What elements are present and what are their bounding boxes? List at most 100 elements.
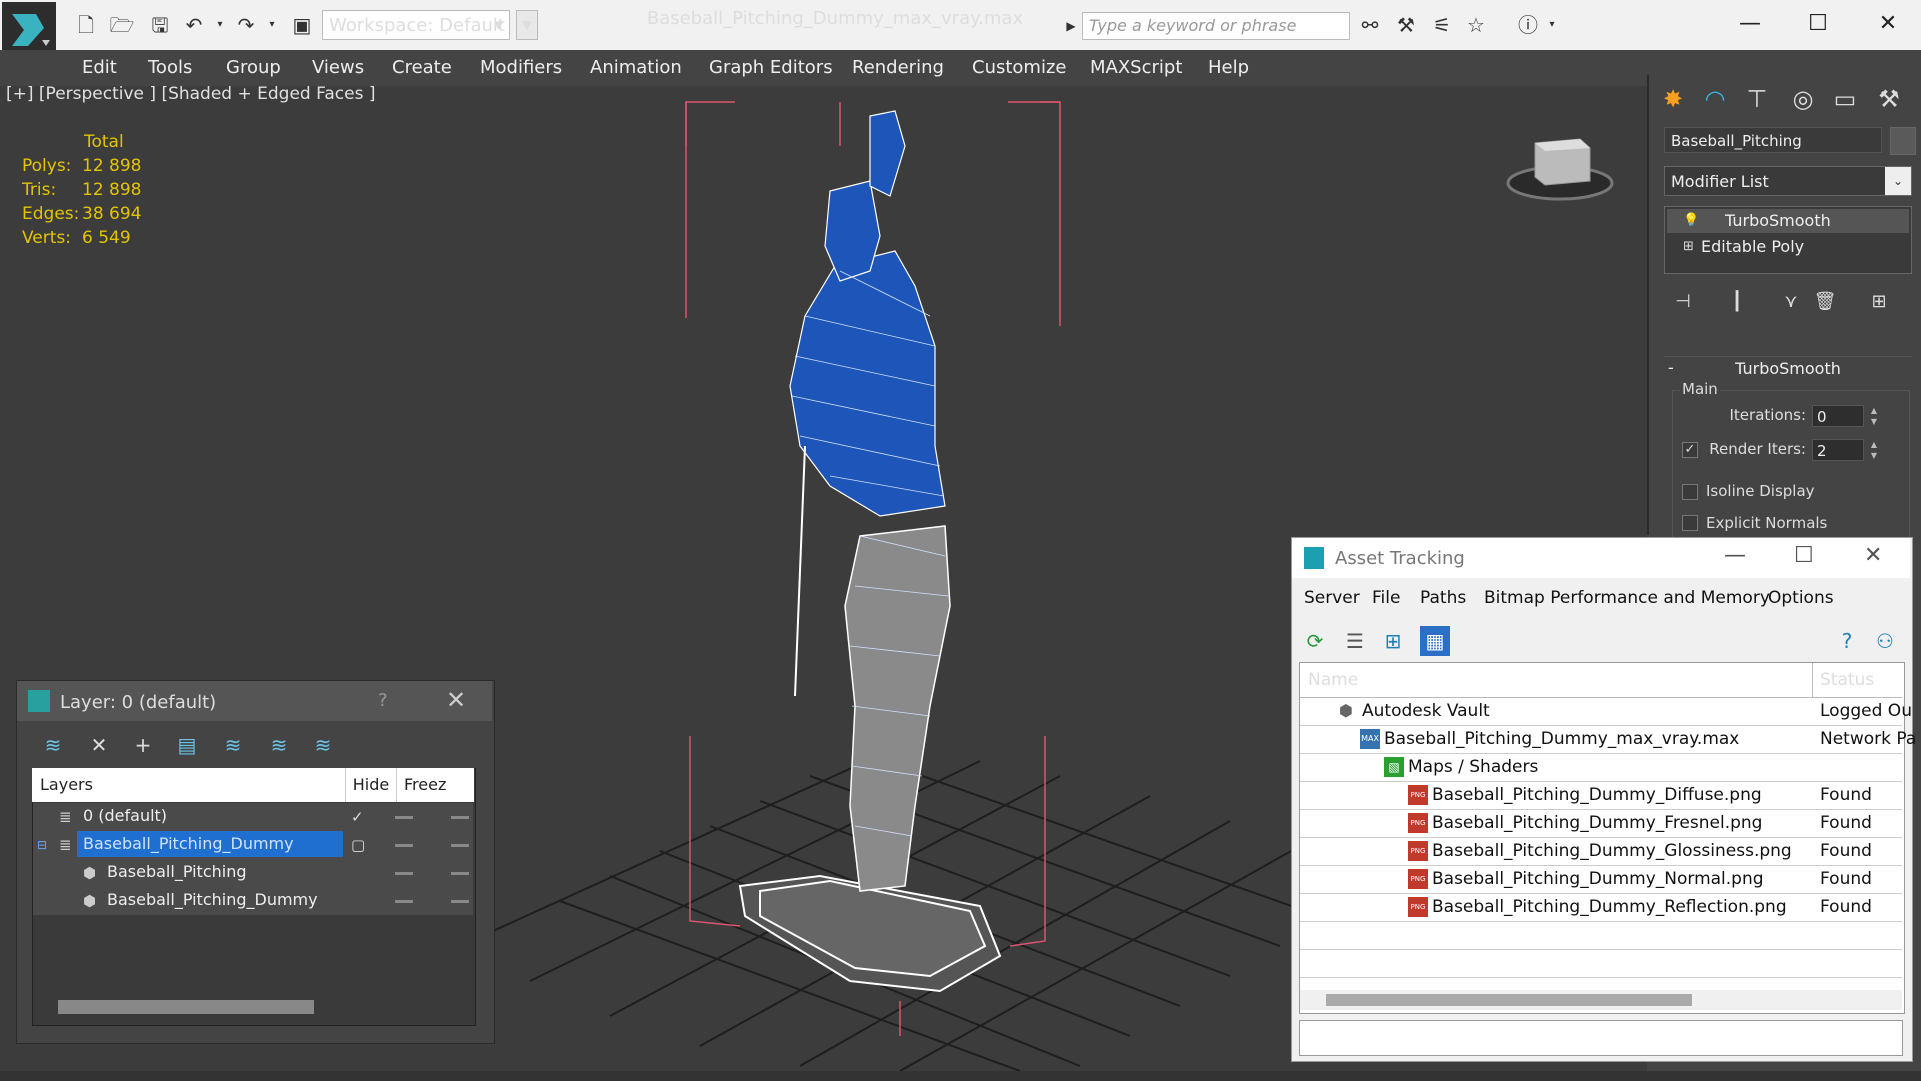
- asset-menu-paths[interactable]: Paths: [1420, 580, 1466, 616]
- redo-dropdown-icon[interactable]: ▾: [258, 11, 286, 39]
- refresh-icon[interactable]: ⟳: [1300, 626, 1330, 656]
- freeze-toggle[interactable]: [451, 900, 469, 903]
- show-end-result-icon[interactable]: ┃: [1722, 288, 1752, 316]
- new-file-icon[interactable]: 🗋: [72, 11, 100, 39]
- object-color-swatch[interactable]: [1890, 127, 1916, 155]
- asset-row-maps-shaders[interactable]: ▧ Maps / Shaders: [1300, 753, 1902, 782]
- workspace-dropdown[interactable]: Workspace: Default ▼: [322, 10, 510, 40]
- modify-tab-icon[interactable]: ◠: [1698, 82, 1732, 116]
- menu-views[interactable]: Views: [312, 50, 364, 86]
- layer-row-baseball-pitching-dummy[interactable]: ⊟ ≣ Baseball_Pitching_Dummy ▢: [33, 831, 473, 859]
- undo-icon[interactable]: ↶: [180, 11, 208, 39]
- binoculars-icon[interactable]: ⚯: [1356, 11, 1384, 39]
- column-name[interactable]: Name: [1308, 663, 1358, 697]
- expand-plus-icon[interactable]: ⊞: [1683, 235, 1697, 259]
- configure-sets-icon[interactable]: ⊞: [1864, 288, 1894, 316]
- motion-tab-icon[interactable]: ◎: [1786, 82, 1820, 116]
- current-layer-check-icon[interactable]: ✓: [351, 803, 364, 831]
- collapse-minus-icon[interactable]: ⊟: [37, 831, 47, 859]
- modifier-list-dropdown[interactable]: Modifier List ⌄: [1664, 166, 1912, 196]
- column-layers[interactable]: Layers: [32, 768, 346, 802]
- freeze-toggle[interactable]: [451, 844, 469, 847]
- workspace-menu-button[interactable]: ▼: [516, 10, 538, 40]
- asset-row-max-file[interactable]: MAX Baseball_Pitching_Dummy_max_vray.max…: [1300, 725, 1916, 754]
- render-iters-spinner[interactable]: 2: [1812, 439, 1864, 461]
- horizontal-scrollbar[interactable]: [58, 1000, 314, 1014]
- column-divider[interactable]: [1812, 663, 1813, 697]
- highlight-layer-icon[interactable]: ≋: [216, 730, 250, 760]
- freeze-toggle[interactable]: [451, 816, 469, 819]
- close-icon[interactable]: ✕: [1858, 6, 1918, 42]
- menu-customize[interactable]: Customize: [972, 50, 1066, 86]
- display-tab-icon[interactable]: ▭: [1828, 82, 1862, 116]
- layer-row-object[interactable]: ⬢ Baseball_Pitching_Dummy: [33, 887, 473, 915]
- hierarchy-tab-icon[interactable]: ⊤: [1740, 82, 1774, 116]
- asset-row-png[interactable]: PNG Baseball_Pitching_Dummy_Diffuse.png …: [1300, 781, 1902, 810]
- stack-item-turbosmooth[interactable]: 💡 TurboSmooth: [1667, 209, 1909, 233]
- hide-toggle[interactable]: [395, 872, 413, 875]
- set-current-layer-icon[interactable]: ▢: [351, 831, 365, 859]
- asset-menu-server[interactable]: Server: [1304, 580, 1360, 616]
- tree-view-icon[interactable]: ⊞: [1378, 626, 1408, 656]
- create-tab-icon[interactable]: ✸: [1656, 82, 1690, 116]
- layer-row-object[interactable]: ⬢ Baseball_Pitching: [33, 859, 473, 887]
- asset-row-png[interactable]: PNG Baseball_Pitching_Dummy_Normal.png F…: [1300, 865, 1902, 894]
- tools-icon[interactable]: ⚒: [1392, 11, 1420, 39]
- freeze-toggle[interactable]: [451, 872, 469, 875]
- login-help-icon[interactable]: ⚇: [1870, 626, 1900, 656]
- hide-layers-icon[interactable]: ≋: [262, 730, 296, 760]
- make-unique-icon[interactable]: ⋎: [1776, 288, 1806, 316]
- collapse-minus-icon[interactable]: -: [1668, 356, 1674, 380]
- asset-row-png[interactable]: PNG Baseball_Pitching_Dummy_Fresnel.png …: [1300, 809, 1902, 838]
- minimize-icon[interactable]: —: [1724, 543, 1746, 568]
- asset-row-png[interactable]: PNG Baseball_Pitching_Dummy_Glossiness.p…: [1300, 837, 1902, 866]
- menu-rendering[interactable]: Rendering: [852, 50, 944, 86]
- spinner-arrows-icon[interactable]: ▲ ▼: [1868, 439, 1880, 461]
- communication-icon[interactable]: ⚟: [1428, 11, 1456, 39]
- search-expand-icon[interactable]: ▶: [1062, 12, 1080, 40]
- pin-stack-icon[interactable]: ⊣: [1668, 288, 1698, 316]
- freeze-layers-icon[interactable]: ≋: [306, 730, 340, 760]
- help-icon[interactable]: ?: [378, 690, 388, 711]
- close-icon[interactable]: ✕: [446, 686, 466, 714]
- menu-create[interactable]: Create: [392, 50, 452, 86]
- explicit-normals-checkbox[interactable]: [1682, 515, 1698, 531]
- isoline-display-checkbox[interactable]: [1682, 484, 1698, 500]
- menu-graph-editors[interactable]: Graph Editors: [709, 50, 833, 86]
- iterations-spinner[interactable]: 0: [1812, 405, 1864, 427]
- viewcube[interactable]: [1505, 133, 1615, 203]
- add-to-layer-icon[interactable]: +: [126, 730, 160, 760]
- utilities-tab-icon[interactable]: ⚒: [1872, 82, 1906, 116]
- list-view-icon[interactable]: ☰: [1340, 626, 1370, 656]
- close-icon[interactable]: ✕: [1864, 543, 1882, 568]
- help-dropdown-icon[interactable]: ▾: [1538, 11, 1566, 39]
- menu-group[interactable]: Group: [226, 50, 281, 86]
- favorites-star-icon[interactable]: ☆: [1462, 11, 1490, 39]
- layer-row-default[interactable]: ≣ 0 (default) ✓: [33, 803, 473, 831]
- maximize-icon[interactable]: ☐: [1788, 6, 1848, 42]
- asset-menu-options[interactable]: Options: [1768, 580, 1834, 616]
- table-view-icon[interactable]: ▦: [1420, 626, 1450, 656]
- hide-toggle[interactable]: [395, 844, 413, 847]
- remove-modifier-icon[interactable]: 🗑: [1810, 288, 1840, 316]
- column-freeze[interactable]: Freez: [396, 768, 474, 802]
- asset-menu-file[interactable]: File: [1372, 580, 1400, 616]
- maximize-icon[interactable]: ☐: [1794, 543, 1814, 568]
- hide-toggle[interactable]: [395, 816, 413, 819]
- undo-dropdown-icon[interactable]: ▾: [206, 11, 234, 39]
- minimize-icon[interactable]: —: [1720, 6, 1780, 42]
- lightbulb-icon[interactable]: 💡: [1683, 209, 1699, 233]
- project-folder-icon[interactable]: ▣: [288, 11, 316, 39]
- object-name-field[interactable]: Baseball_Pitching: [1664, 127, 1882, 153]
- open-file-icon[interactable]: 🗁: [108, 11, 136, 39]
- menu-maxscript[interactable]: MAXScript: [1090, 50, 1182, 86]
- menu-animation[interactable]: Animation: [590, 50, 682, 86]
- menu-help[interactable]: Help: [1208, 50, 1249, 86]
- spinner-arrows-icon[interactable]: ▲ ▼: [1868, 405, 1880, 427]
- select-objects-icon[interactable]: ▤: [170, 730, 204, 760]
- help-icon[interactable]: ?: [1832, 626, 1862, 656]
- stack-item-editable-poly[interactable]: ⊞ Editable Poly: [1667, 235, 1909, 259]
- column-status[interactable]: Status: [1820, 663, 1874, 697]
- menu-tools[interactable]: Tools: [148, 50, 192, 86]
- column-hide[interactable]: Hide: [346, 768, 397, 802]
